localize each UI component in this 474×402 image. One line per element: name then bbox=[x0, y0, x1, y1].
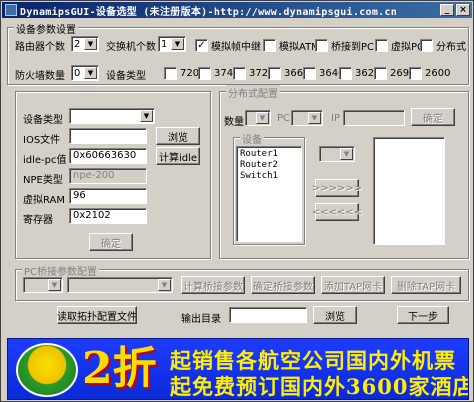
switch-count-label: 交换机个数 bbox=[106, 42, 156, 53]
output-dir-input[interactable] bbox=[229, 307, 307, 323]
device-type-select[interactable]: ▼ bbox=[69, 108, 155, 124]
ios-file-input[interactable] bbox=[69, 128, 147, 144]
firewall-count-value: 0 bbox=[74, 67, 81, 79]
npe-type-label: NPE类型 bbox=[23, 175, 63, 186]
chevron-down-icon[interactable]: ▼ bbox=[48, 279, 61, 291]
delete-tap-button[interactable]: 删除TAP网卡 bbox=[391, 276, 461, 294]
router-count-select[interactable]: 2 ▼ bbox=[71, 36, 99, 52]
app-icon bbox=[5, 4, 17, 16]
ram-label: 虚拟RAM bbox=[23, 195, 66, 206]
checkbox-label: 桥接到PC bbox=[331, 42, 375, 53]
ip-label: IP bbox=[331, 113, 340, 124]
distributed-confirm-button[interactable]: 确定 bbox=[411, 108, 455, 126]
main-window: DynamipsGUI-设备选型 (未注册版本)-http://www.dyna… bbox=[0, 0, 474, 402]
pc-bridge-group-label: PC桥接参数配置 bbox=[22, 263, 100, 278]
chevron-down-icon[interactable]: ▼ bbox=[158, 279, 171, 291]
assigned-devices-list[interactable] bbox=[373, 137, 445, 245]
checkbox-virtual-pc[interactable]: 虚拟PC bbox=[375, 38, 424, 53]
register-input[interactable]: 0x2102 bbox=[69, 208, 147, 224]
devices-group-label: 设备 bbox=[240, 131, 264, 146]
checkbox-type-2600[interactable]: 2600 bbox=[409, 67, 450, 80]
router-count-value: 2 bbox=[74, 38, 81, 50]
add-tap-button[interactable]: 添加TAP网卡 bbox=[321, 276, 385, 294]
device-type-label: 设备类型 bbox=[23, 115, 63, 126]
checkbox-distributed[interactable]: 分布式 bbox=[420, 38, 466, 53]
device-params-group-label: 设备参数设置 bbox=[14, 21, 78, 36]
router-count-label: 路由器个数 bbox=[15, 42, 65, 53]
chevron-down-icon[interactable]: ▼ bbox=[140, 110, 153, 122]
checkbox-box[interactable] bbox=[164, 67, 177, 80]
checkbox-box[interactable] bbox=[339, 67, 352, 80]
checkbox-box[interactable] bbox=[263, 39, 276, 52]
checkbox-label: 模拟帧中继 bbox=[211, 42, 261, 53]
checkbox-box[interactable] bbox=[268, 67, 281, 80]
ram-input[interactable]: 96 bbox=[69, 188, 147, 204]
minimize-button[interactable]: _ bbox=[440, 4, 454, 16]
checkbox-box[interactable]: ✓ bbox=[195, 39, 208, 52]
output-dir-label: 输出目录 bbox=[181, 314, 221, 325]
chevron-down-icon[interactable]: ▼ bbox=[340, 148, 353, 160]
airline-logo-icon bbox=[16, 343, 78, 397]
list-item[interactable]: Router1 bbox=[240, 149, 298, 160]
firewall-count-label: 防火墙数量 bbox=[15, 71, 65, 82]
pc-select[interactable]: ▼ bbox=[291, 110, 323, 126]
pc-label: PC bbox=[277, 113, 291, 124]
ad-banner[interactable]: 2折 起销售各航空公司国内外机票 起免费预订国内外3600家酒店 bbox=[7, 338, 469, 400]
devices-list[interactable]: Router1 Router2 Switch1 bbox=[236, 146, 302, 242]
checkbox-box[interactable] bbox=[409, 67, 422, 80]
device-confirm-button[interactable]: 确定 bbox=[89, 233, 133, 251]
checkbox-box[interactable] bbox=[315, 39, 328, 52]
checkbox-label: 2600 bbox=[425, 68, 451, 79]
remove-device-button[interactable]: <<<<<< bbox=[312, 203, 362, 221]
bridge-interface-select[interactable]: ▼ bbox=[67, 277, 173, 293]
banner-line-2: 起免费预订国内外3600家酒店 bbox=[170, 374, 469, 399]
quantity-label: 数量 bbox=[224, 117, 244, 128]
chevron-down-icon[interactable]: ▼ bbox=[84, 38, 97, 50]
bridge-device-select[interactable]: ▼ bbox=[23, 277, 63, 293]
checkbox-label: 模拟ATM bbox=[279, 42, 320, 53]
output-browse-button[interactable]: 浏览 bbox=[313, 306, 357, 324]
quantity-select[interactable]: ▼ bbox=[245, 110, 271, 126]
chevron-down-icon[interactable]: ▼ bbox=[256, 112, 269, 124]
title-bar: DynamipsGUI-设备选型 (未注册版本)-http://www.dyna… bbox=[2, 2, 472, 18]
calc-idle-button[interactable]: 计算idle bbox=[156, 147, 200, 165]
checkbox-box[interactable] bbox=[198, 67, 211, 80]
close-button[interactable]: × bbox=[456, 4, 470, 16]
window-title: DynamipsGUI-设备选型 (未注册版本)-http://www.dyna… bbox=[20, 6, 398, 18]
target-select[interactable]: ▼ bbox=[319, 146, 355, 162]
checkbox-frame-relay[interactable]: ✓ 模拟帧中继 bbox=[195, 38, 261, 53]
confirm-bridge-button[interactable]: 确定桥接参数 bbox=[251, 276, 315, 294]
calc-bridge-button[interactable]: 计算桥接参数 bbox=[181, 276, 245, 294]
checkbox-box[interactable] bbox=[420, 39, 433, 52]
list-item[interactable]: Switch1 bbox=[240, 171, 298, 182]
ios-file-label: IOS文件 bbox=[23, 135, 61, 146]
idlepc-label: idle-pc值 bbox=[23, 155, 67, 166]
device-type-row-label: 设备类型 bbox=[106, 71, 146, 82]
list-item[interactable]: Router2 bbox=[240, 160, 298, 171]
add-device-button[interactable]: >>>>>> bbox=[312, 179, 362, 197]
checkbox-box[interactable] bbox=[375, 39, 388, 52]
checkbox-atm[interactable]: 模拟ATM bbox=[263, 38, 320, 53]
chevron-down-icon[interactable]: ▼ bbox=[84, 67, 97, 79]
checkbox-bridge-pc[interactable]: 桥接到PC bbox=[315, 38, 374, 53]
checkbox-box[interactable] bbox=[233, 67, 246, 80]
banner-discount: 2折 bbox=[82, 343, 157, 394]
read-topology-button[interactable]: 读取拓扑配置文件 bbox=[57, 306, 137, 324]
distributed-group-label: 分布式配置 bbox=[226, 85, 280, 100]
checkbox-label: 分布式 bbox=[436, 42, 466, 53]
ip-input[interactable] bbox=[343, 110, 405, 126]
idlepc-input[interactable]: 0x60663630 bbox=[69, 148, 147, 164]
register-label: 寄存器 bbox=[23, 215, 53, 226]
npe-type-input[interactable]: npe-200 bbox=[69, 168, 147, 184]
checkbox-box[interactable] bbox=[303, 67, 316, 80]
next-button[interactable]: 下一步 bbox=[397, 306, 449, 324]
checkbox-box[interactable] bbox=[374, 67, 387, 80]
chevron-down-icon[interactable]: ▼ bbox=[171, 38, 184, 50]
chevron-down-icon[interactable]: ▼ bbox=[308, 112, 321, 124]
ios-browse-button[interactable]: 浏览 bbox=[156, 127, 200, 145]
switch-count-value: 1 bbox=[161, 38, 168, 50]
switch-count-select[interactable]: 1 ▼ bbox=[158, 36, 186, 52]
firewall-count-select[interactable]: 0 ▼ bbox=[71, 65, 99, 81]
